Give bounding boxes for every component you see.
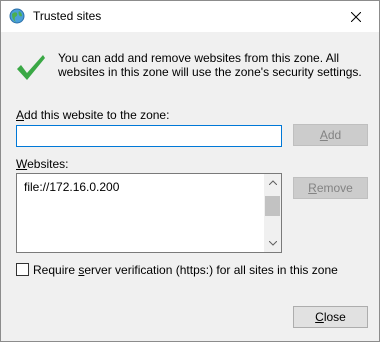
info-text: You can add and remove websites from thi… [58, 51, 362, 79]
add-button[interactable]: Add [293, 124, 368, 146]
websites-listbox[interactable]: file://172.16.0.200 [16, 173, 282, 253]
chevron-up-icon [268, 180, 277, 185]
checkmark-icon [17, 55, 45, 80]
add-website-label: Add this website to the zone: [16, 108, 170, 122]
close-button[interactable]: Close [293, 306, 368, 328]
chevron-down-icon [268, 241, 277, 246]
title-bar[interactable]: Trusted sites [1, 1, 379, 32]
add-website-input[interactable] [16, 125, 282, 147]
scroll-thumb[interactable] [265, 196, 280, 216]
close-icon [351, 11, 361, 22]
globe-icon [9, 8, 25, 24]
list-item[interactable]: file://172.16.0.200 [24, 180, 119, 194]
vertical-scrollbar[interactable] [264, 174, 281, 252]
window-close-button[interactable] [333, 1, 379, 32]
server-verification-checkbox[interactable] [16, 263, 29, 276]
server-verification-label[interactable]: Require server verification (https:) for… [33, 263, 338, 277]
trusted-sites-dialog: Trusted sites You can add and remove web… [0, 0, 380, 342]
scroll-up-arrow[interactable] [264, 174, 281, 191]
websites-label: Websites: [16, 157, 69, 171]
remove-button[interactable]: Remove [293, 177, 368, 199]
window-title: Trusted sites [33, 9, 102, 23]
scroll-down-arrow[interactable] [264, 235, 281, 252]
